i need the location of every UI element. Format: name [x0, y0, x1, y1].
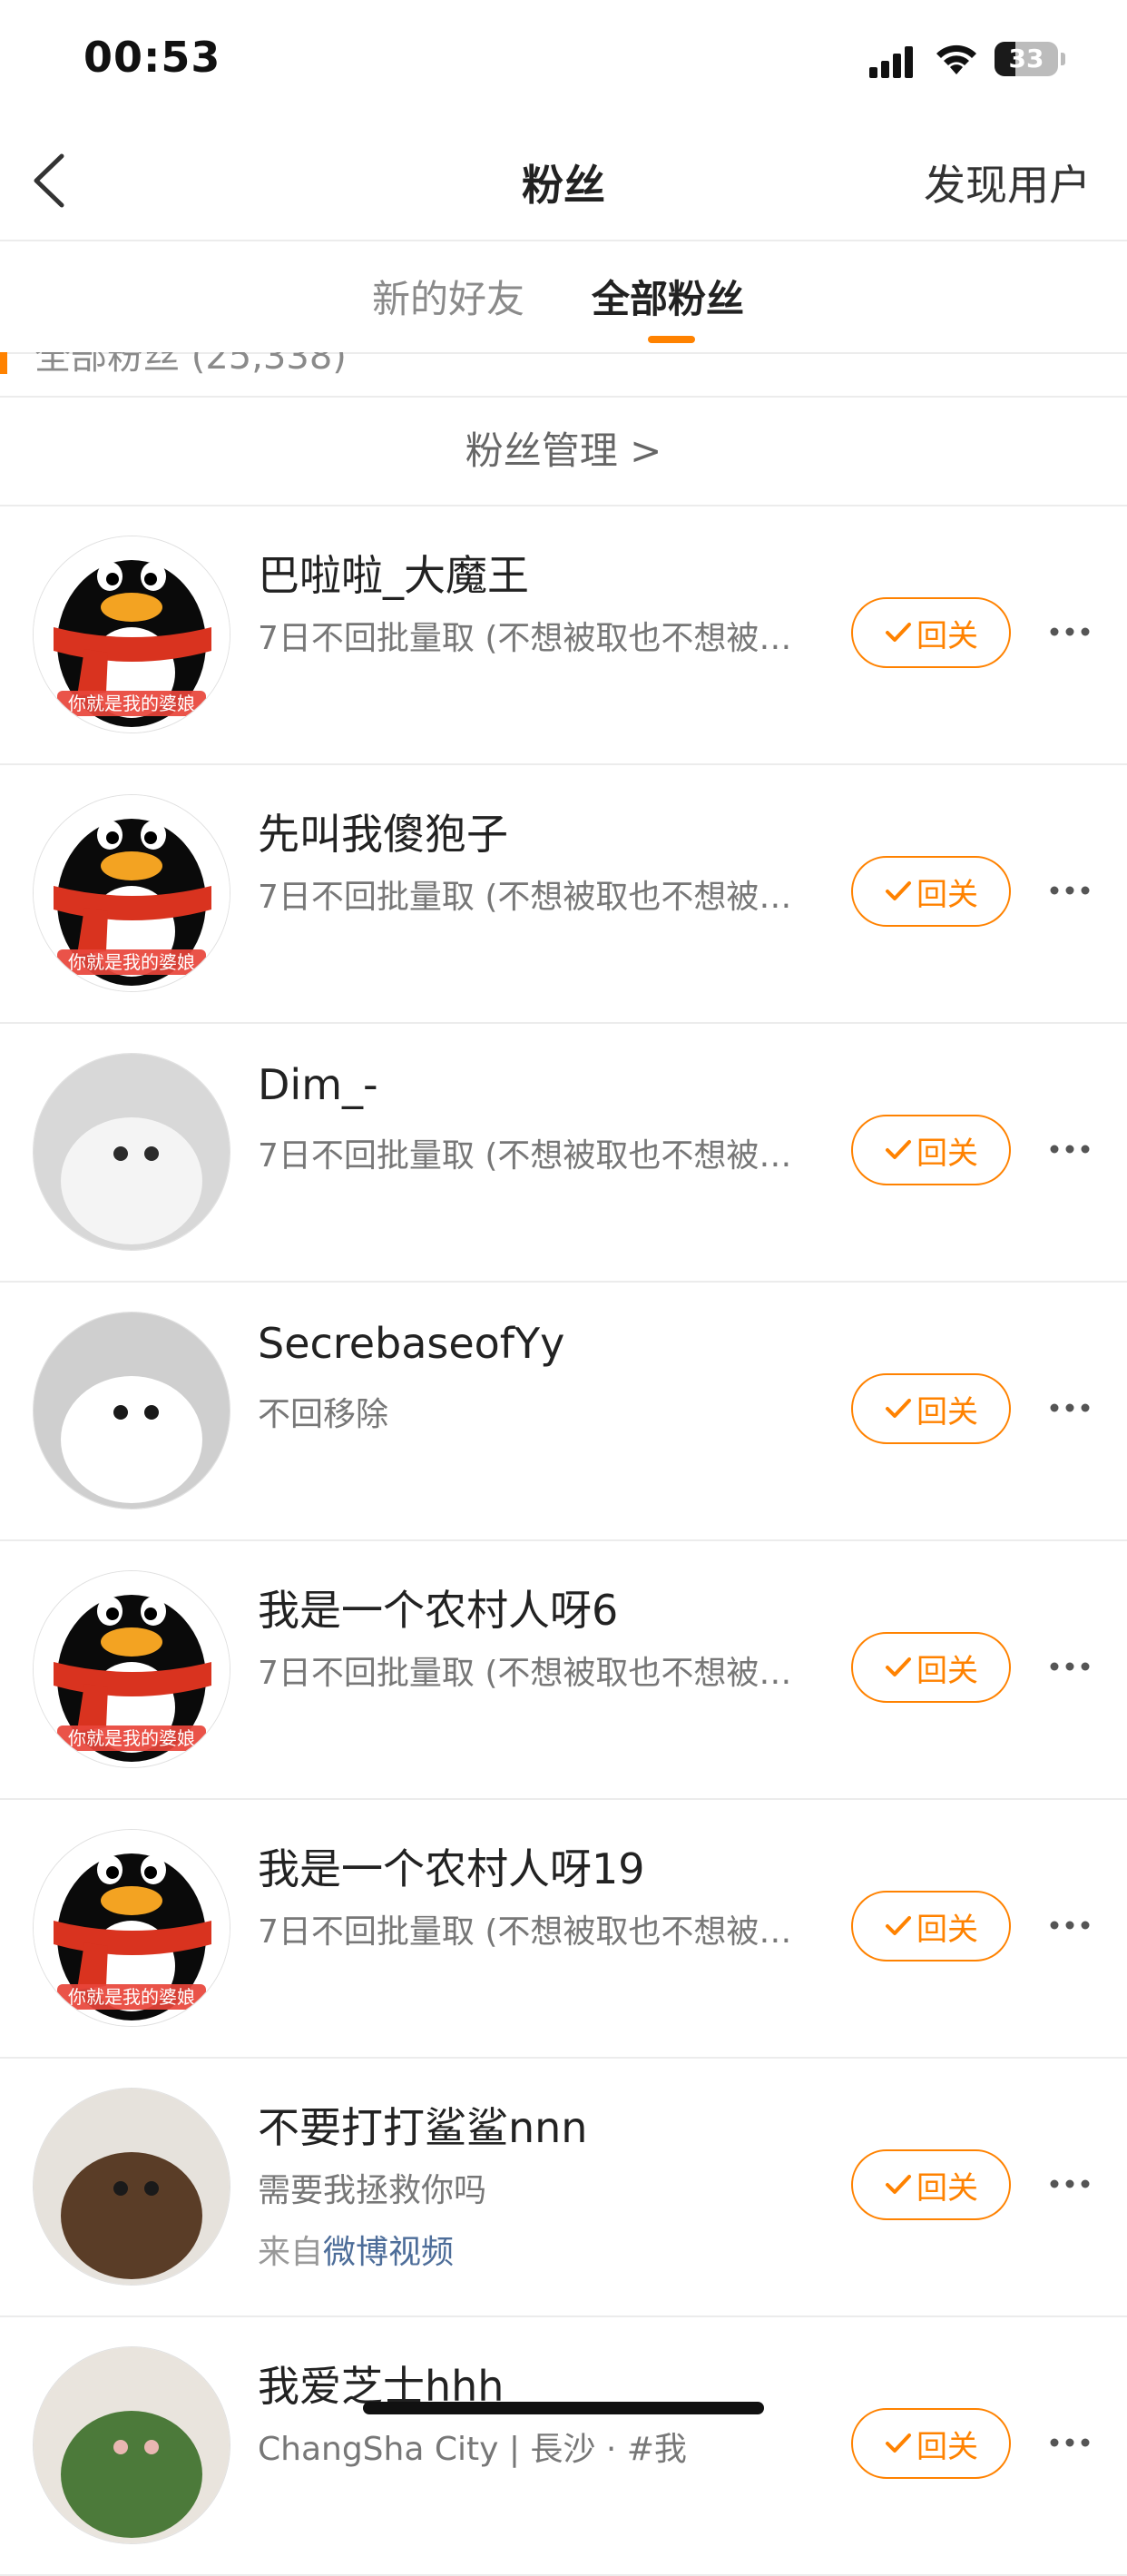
follower-row[interactable]: 你就是我的婆娘 先叫我傻狍子 7日不回批量取 (不想被取也不想被取也不想回关的 回关 — [0, 765, 1127, 1024]
follower-row[interactable]: SecrebaseofYy 不回移除 回关 — [0, 1283, 1127, 1541]
follower-description: 7日不回批量取 (不想被取也不想被取也不想回关的 — [258, 1137, 802, 1175]
avatar[interactable]: 你就是我的婆娘 — [33, 1570, 230, 1768]
follower-name[interactable]: 我是一个农村人呀19 — [258, 1836, 645, 1896]
home-indicator[interactable] — [363, 2402, 764, 2414]
signal-icon — [869, 46, 913, 78]
avatar[interactable] — [33, 2088, 230, 2286]
follow-back-label: 回关 — [916, 1911, 978, 1948]
follower-row[interactable]: 你就是我的婆娘 我是一个农村人呀6 7日不回批量取 (不想被取也不想被取也不想回关的… — [0, 1541, 1127, 1800]
more-icon[interactable] — [1047, 1131, 1093, 1167]
accent-bar — [0, 352, 7, 374]
check-icon — [886, 2175, 911, 2194]
follow-back-label: 回关 — [916, 876, 978, 913]
follow-back-button[interactable]: 回关 — [851, 1632, 1011, 1703]
nav-bar: 粉丝 发现用户 — [0, 118, 1127, 241]
check-icon — [886, 1657, 911, 1676]
avatar[interactable]: 你就是我的婆娘 — [33, 1829, 230, 2027]
follower-row[interactable]: 不要打打鲨鲨nnn 需要我拯救你吗 来自微博视频 回关 — [0, 2059, 1127, 2317]
discover-users-button[interactable]: 发现用户 — [924, 152, 1091, 212]
avatar-caption: 你就是我的婆娘 — [68, 693, 195, 714]
follow-back-button[interactable]: 回关 — [851, 1115, 1011, 1185]
more-icon[interactable] — [1047, 1907, 1093, 1943]
follow-back-button[interactable]: 回关 — [851, 597, 1011, 668]
follower-name[interactable]: 我是一个农村人呀6 — [258, 1578, 618, 1637]
status-time: 00:53 — [83, 33, 221, 82]
source-link[interactable]: 微博视频 — [323, 2234, 454, 2271]
follow-back-button[interactable]: 回关 — [851, 1891, 1011, 1961]
more-icon[interactable] — [1047, 614, 1093, 650]
follow-back-button[interactable]: 回关 — [851, 856, 1011, 927]
follow-back-label: 回关 — [916, 1652, 978, 1689]
wifi-icon — [936, 44, 976, 74]
source-prefix: 来自 — [258, 2234, 324, 2271]
check-icon — [886, 881, 911, 900]
more-icon[interactable] — [1047, 1390, 1093, 1426]
follower-name[interactable]: Dim_- — [258, 1060, 378, 1109]
check-icon — [886, 1916, 911, 1935]
check-icon — [886, 2433, 911, 2453]
avatar[interactable] — [33, 2346, 230, 2544]
fans-management-link[interactable]: 粉丝管理 > — [0, 398, 1127, 506]
follow-back-button[interactable]: 回关 — [851, 2149, 1011, 2220]
follow-back-label: 回关 — [916, 1135, 978, 1172]
follower-description: 7日不回批量取 (不想被取也不想被取也不想回关的 — [258, 1655, 802, 1692]
follower-name[interactable]: 先叫我傻狍子 — [258, 801, 508, 861]
follow-back-button[interactable]: 回关 — [851, 2408, 1011, 2479]
follower-description: 7日不回批量取 (不想被取也不想被取也不想回关的 — [258, 620, 802, 657]
follow-back-label: 回关 — [916, 2428, 978, 2465]
check-icon — [886, 623, 911, 642]
tab-new-friends[interactable]: 新的好友 — [372, 269, 524, 324]
status-bar: 00:53 33 — [0, 0, 1127, 118]
follower-description: 7日不回批量取 (不想被取也不想被取也不想回关的 — [258, 1913, 802, 1951]
avatar[interactable] — [33, 1312, 230, 1509]
check-icon — [886, 1399, 911, 1418]
avatar-caption: 你就是我的婆娘 — [68, 1986, 195, 2008]
follower-description: 7日不回批量取 (不想被取也不想被取也不想回关的 — [258, 879, 802, 916]
follower-description: 需要我拯救你吗 — [258, 2172, 487, 2209]
tab-all-fans[interactable]: 全部粉丝 — [592, 269, 744, 324]
avatar-caption: 你就是我的婆娘 — [68, 951, 195, 973]
follower-description: ChangSha City | 長沙 · #我 — [258, 2431, 687, 2468]
follower-row[interactable]: 你就是我的婆娘 我是一个农村人呀19 7日不回批量取 (不想被取也不想被取也不想回关… — [0, 1800, 1127, 2059]
follower-row[interactable]: 你就是我的婆娘 巴啦啦_大魔王 7日不回批量取 (不想被取也不想被取也不想回关的 回关 — [0, 506, 1127, 765]
more-icon[interactable] — [1047, 872, 1093, 909]
battery-percentage: 33 — [1008, 44, 1044, 74]
tab-bar: 新的好友 全部粉丝 — [0, 241, 1127, 354]
fans-count-header: 全部粉丝 (25,338) — [0, 352, 1127, 398]
tab-indicator — [648, 336, 695, 343]
fans-count-label: 全部粉丝 (25,338) — [34, 352, 347, 378]
more-icon[interactable] — [1047, 1648, 1093, 1685]
follower-row[interactable]: Dim_- 7日不回批量取 (不想被取也不想被取也不想回关的 回关 — [0, 1024, 1127, 1283]
more-icon[interactable] — [1047, 2166, 1093, 2202]
follower-name[interactable]: SecrebaseofYy — [258, 1319, 564, 1368]
follow-back-label: 回关 — [916, 617, 978, 654]
more-icon[interactable] — [1047, 2424, 1093, 2461]
battery-icon: 33 — [995, 42, 1067, 76]
follower-name[interactable]: 巴啦啦_大魔王 — [258, 543, 529, 603]
follower-source: 来自微博视频 — [258, 2226, 454, 2273]
follow-back-label: 回关 — [916, 1393, 978, 1431]
follower-name[interactable]: 不要打打鲨鲨nnn — [258, 2095, 587, 2155]
avatar[interactable]: 你就是我的婆娘 — [33, 794, 230, 992]
follow-back-button[interactable]: 回关 — [851, 1373, 1011, 1444]
avatar[interactable] — [33, 1053, 230, 1251]
follower-description: 不回移除 — [258, 1396, 389, 1433]
avatar-caption: 你就是我的婆娘 — [68, 1727, 195, 1749]
check-icon — [886, 1140, 911, 1159]
follow-back-label: 回关 — [916, 2169, 978, 2207]
avatar[interactable]: 你就是我的婆娘 — [33, 536, 230, 733]
follower-row[interactable]: 我爱芝士hhh ChangSha City | 長沙 · #我 回关 — [0, 2317, 1127, 2576]
